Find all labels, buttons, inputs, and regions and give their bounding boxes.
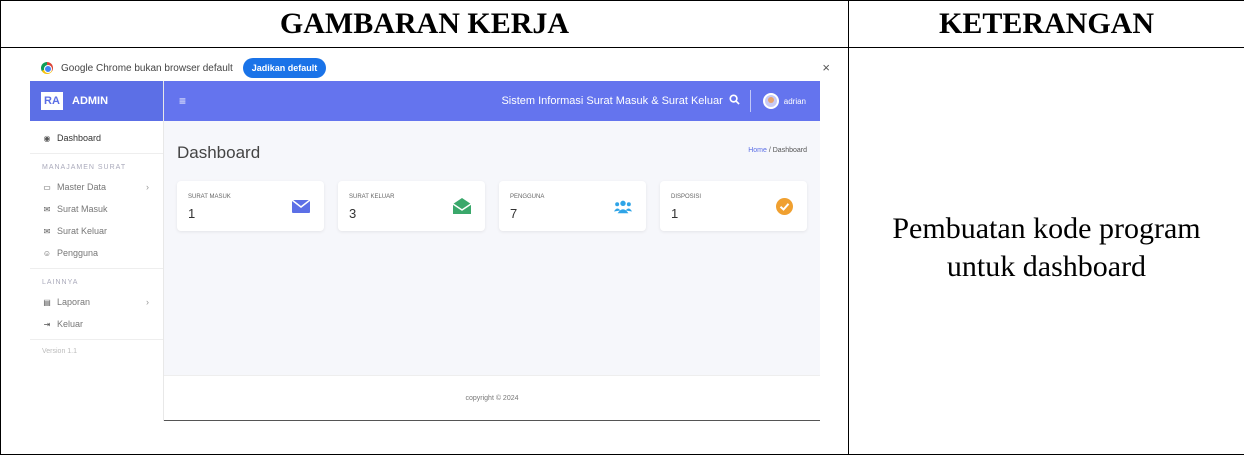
sidebar-item-pengguna[interactable]: ☺ Pengguna [30,242,163,264]
close-icon[interactable]: × [822,60,830,75]
card-value: 3 [349,206,357,221]
infobar-message: Google Chrome bukan browser default [61,62,233,74]
sidebar: RA ADMIN ◉ Dashboard MANAJAMEN SURAT ▭ M… [30,81,164,421]
sidebar-item-master-data[interactable]: ▭ Master Data › [30,176,163,198]
system-title: Sistem Informasi Surat Masuk & Surat Kel… [501,95,723,107]
brand[interactable]: RA ADMIN [30,81,163,121]
chevron-right-icon: › [146,182,149,192]
card-label: SURAT MASUK [188,194,231,200]
card-label: PENGGUNA [510,194,545,200]
topbar: ≡ Sistem Informasi Surat Masuk & Surat K… [164,81,820,121]
footer: copyright © 2024 [164,375,820,421]
sidebar-item-surat-keluar[interactable]: ✉ Surat Keluar [30,220,163,242]
divider [749,90,751,112]
sidebar-item-dashboard[interactable]: ◉ Dashboard [30,127,163,149]
stat-card-surat-keluar[interactable]: SURAT KELUAR 3 [338,181,485,231]
breadcrumb-home[interactable]: Home [748,147,767,154]
sidebar-item-surat-masuk[interactable]: ✉ Surat Masuk [30,198,163,220]
users-icon [614,198,632,214]
envelope-icon: ✉ [43,204,51,214]
envelope-open-icon: ✉ [43,226,51,236]
sidebar-item-label: Keluar [57,319,84,329]
sidebar-item-label: Surat Masuk [57,204,108,214]
card-label: DISPOSISI [671,194,702,200]
brand-name: ADMIN [72,95,109,107]
section-lainnya: LAINNYA [42,278,79,286]
avatar[interactable] [762,93,779,109]
sidebar-item-label: Pengguna [57,248,99,258]
card-value: 1 [671,206,679,221]
sidebar-item-label: Master Data [57,182,107,192]
envelope-open-icon [453,198,471,214]
description-cell: Pembuatan kode program untuk dashboard [848,47,1244,455]
users-icon: ☺ [42,248,52,258]
breadcrumb-current: Dashboard [772,147,807,154]
breadcrumb-separator: / [768,147,771,154]
file-icon: ▤ [43,297,51,307]
breadcrumb: Home / Dashboard [748,147,807,154]
user-name[interactable]: adrian [784,97,806,106]
chevron-right-icon: › [146,297,149,307]
chrome-infobar: Google Chrome bukan browser default Jadi… [30,55,830,81]
chrome-icon [41,62,53,74]
card-label: SURAT KELUAR [349,194,395,200]
card-value: 1 [188,206,196,221]
section-manajamen-surat: MANAJAMEN SURAT [42,163,127,171]
calendar-icon: ▭ [43,182,51,192]
card-value: 7 [510,206,518,221]
page-title: Dashboard [177,143,261,162]
hamburger-menu-icon[interactable]: ≡ [179,94,186,108]
copyright-text: copyright © 2024 [465,394,519,402]
envelope-icon [292,198,310,214]
version-label: Version 1.1 [42,348,78,355]
set-default-button[interactable]: Jadikan default [242,58,327,78]
description-line-2: untuk dashboard [946,250,1147,283]
dashboard-icon: ◉ [43,133,51,143]
sidebar-item-laporan[interactable]: ▤ Laporan › [30,291,163,313]
sidebar-item-label: Dashboard [57,133,102,143]
stat-card-pengguna[interactable]: PENGGUNA 7 [499,181,646,231]
header-gambaran-kerja: GAMBARAN KERJA [0,0,849,48]
logout-icon: ⇥ [43,319,51,329]
main-content: Dashboard Home / Dashboard SURAT MASUK 1… [164,121,820,421]
check-circle-icon [775,197,793,215]
stat-card-surat-masuk[interactable]: SURAT MASUK 1 [177,181,324,231]
sidebar-item-keluar[interactable]: ⇥ Keluar [30,313,163,335]
stat-card-disposisi[interactable]: DISPOSISI 1 [660,181,807,231]
brand-logo: RA [41,92,63,110]
sidebar-item-label: Surat Keluar [57,226,108,236]
search-icon[interactable] [729,94,740,108]
description-line-1: Pembuatan kode program [892,212,1201,245]
header-keterangan: KETERANGAN [848,0,1244,48]
sidebar-item-label: Laporan [57,297,91,307]
